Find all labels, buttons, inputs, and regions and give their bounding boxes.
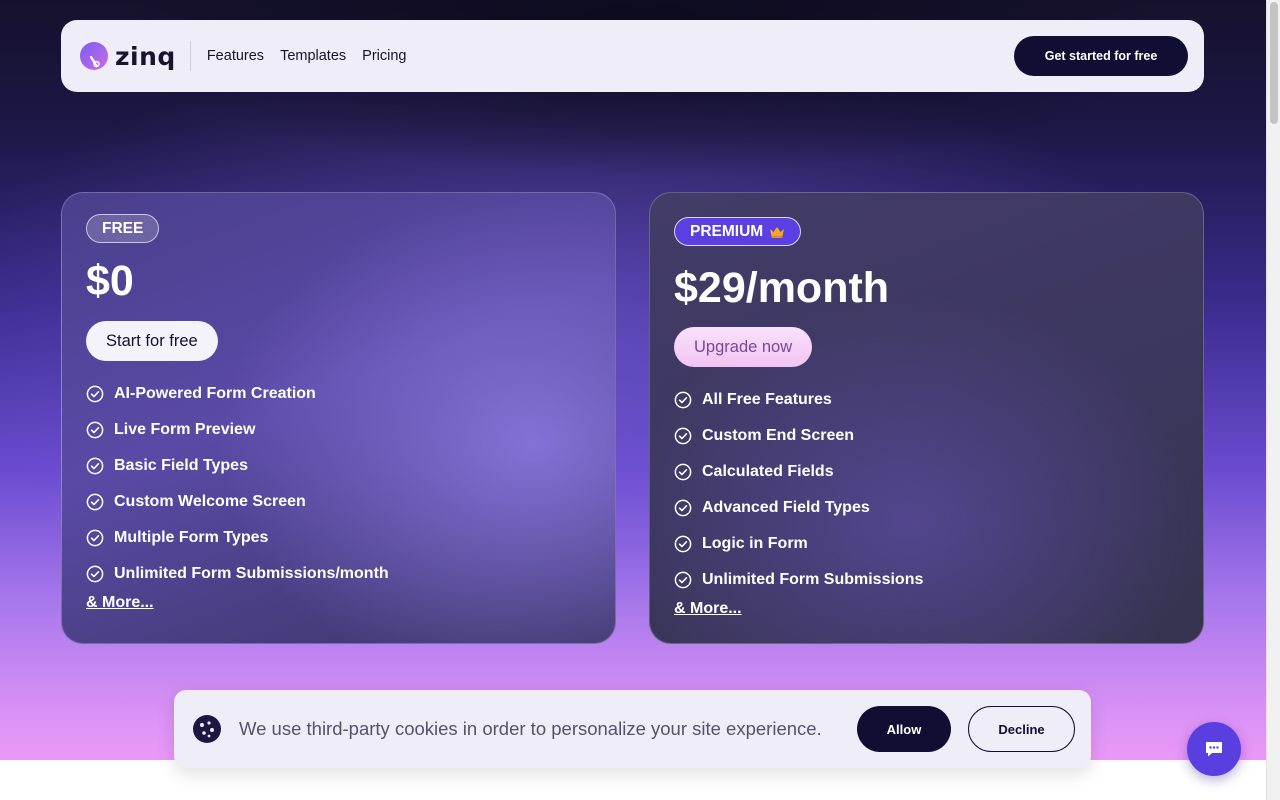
cookie-banner: We use third-party cookies in order to p… — [174, 690, 1091, 768]
page-scrollbar[interactable] — [1266, 0, 1280, 800]
feature-item: Custom Welcome Screen — [86, 484, 389, 520]
feature-label: All Free Features — [702, 391, 832, 408]
scrollbar-thumb[interactable] — [1270, 2, 1278, 124]
logo[interactable]: zinq — [79, 41, 176, 71]
nav-link-pricing[interactable]: Pricing — [362, 48, 406, 64]
check-circle-icon — [86, 565, 104, 583]
get-started-button[interactable]: Get started for free — [1014, 36, 1188, 76]
check-circle-icon — [86, 493, 104, 511]
feature-item: Logic in Form — [674, 526, 923, 562]
cookie-decline-button[interactable]: Decline — [968, 706, 1075, 752]
feature-item: Basic Field Types — [86, 448, 389, 484]
plan-price-free: $0 — [86, 257, 134, 305]
logo-text: zinq — [115, 41, 176, 71]
chat-launcher-button[interactable] — [1187, 722, 1241, 776]
feature-list-premium: All Free Features Custom End Screen Calc… — [674, 382, 923, 598]
check-circle-icon — [674, 535, 692, 553]
crown-icon — [770, 226, 785, 238]
feature-item: Multiple Form Types — [86, 520, 389, 556]
check-circle-icon — [86, 529, 104, 547]
nav-divider — [189, 41, 191, 71]
check-circle-icon — [674, 391, 692, 409]
feature-list-free: AI-Powered Form Creation Live Form Previ… — [86, 376, 389, 592]
feature-label: Live Form Preview — [114, 421, 256, 438]
feature-label: Unlimited Form Submissions/month — [114, 565, 389, 582]
check-circle-icon — [86, 421, 104, 439]
plan-badge-label: FREE — [102, 219, 144, 237]
feature-label: Advanced Field Types — [702, 499, 870, 516]
feature-item: Unlimited Form Submissions/month — [86, 556, 389, 592]
feature-label: Basic Field Types — [114, 457, 248, 474]
cookie-allow-button[interactable]: Allow — [857, 706, 951, 752]
chat-bubble-icon — [1206, 742, 1222, 757]
more-features-link-free[interactable]: & More... — [86, 594, 154, 612]
check-circle-icon — [674, 499, 692, 517]
more-features-link-premium[interactable]: & More... — [674, 600, 742, 618]
upgrade-now-button[interactable]: Upgrade now — [674, 327, 813, 367]
feature-item: Calculated Fields — [674, 454, 923, 490]
feature-item: Live Form Preview — [86, 412, 389, 448]
check-circle-icon — [674, 463, 692, 481]
feature-label: Multiple Form Types — [114, 529, 269, 546]
plan-badge-free: FREE — [86, 214, 160, 243]
check-circle-icon — [674, 571, 692, 589]
feature-item: Advanced Field Types — [674, 490, 923, 526]
check-circle-icon — [86, 385, 104, 403]
check-circle-icon — [674, 427, 692, 445]
feature-item: AI-Powered Form Creation — [86, 376, 389, 412]
cookie-message: We use third-party cookies in order to p… — [239, 718, 822, 739]
feature-label: Custom End Screen — [702, 427, 855, 444]
feature-label: Logic in Form — [702, 535, 808, 552]
plan-badge-premium: PREMIUM — [674, 217, 802, 246]
pricing-card-premium: PREMIUM $29/month Upgrade now All Free F… — [649, 192, 1204, 644]
pricing-card-free: FREE $0 Start for free AI-Powered Form C… — [61, 192, 616, 644]
nav-links: Features Templates Pricing — [207, 48, 407, 64]
start-for-free-button[interactable]: Start for free — [86, 321, 218, 361]
top-navbar: zinq Features Templates Pricing Get star… — [61, 20, 1204, 92]
feature-item: Custom End Screen — [674, 418, 923, 454]
feature-item: All Free Features — [674, 382, 923, 418]
feature-label: Custom Welcome Screen — [114, 493, 306, 510]
nav-link-templates[interactable]: Templates — [280, 48, 346, 64]
plan-price-premium: $29/month — [674, 264, 890, 312]
feature-label: AI-Powered Form Creation — [114, 385, 316, 402]
feature-label: Unlimited Form Submissions — [702, 571, 924, 588]
zinq-logo-icon — [80, 42, 108, 70]
feature-label: Calculated Fields — [702, 463, 834, 480]
cookie-icon — [193, 715, 221, 743]
nav-link-features[interactable]: Features — [207, 48, 264, 64]
plan-badge-label: PREMIUM — [690, 222, 764, 240]
feature-item: Unlimited Form Submissions — [674, 562, 923, 598]
check-circle-icon — [86, 457, 104, 475]
